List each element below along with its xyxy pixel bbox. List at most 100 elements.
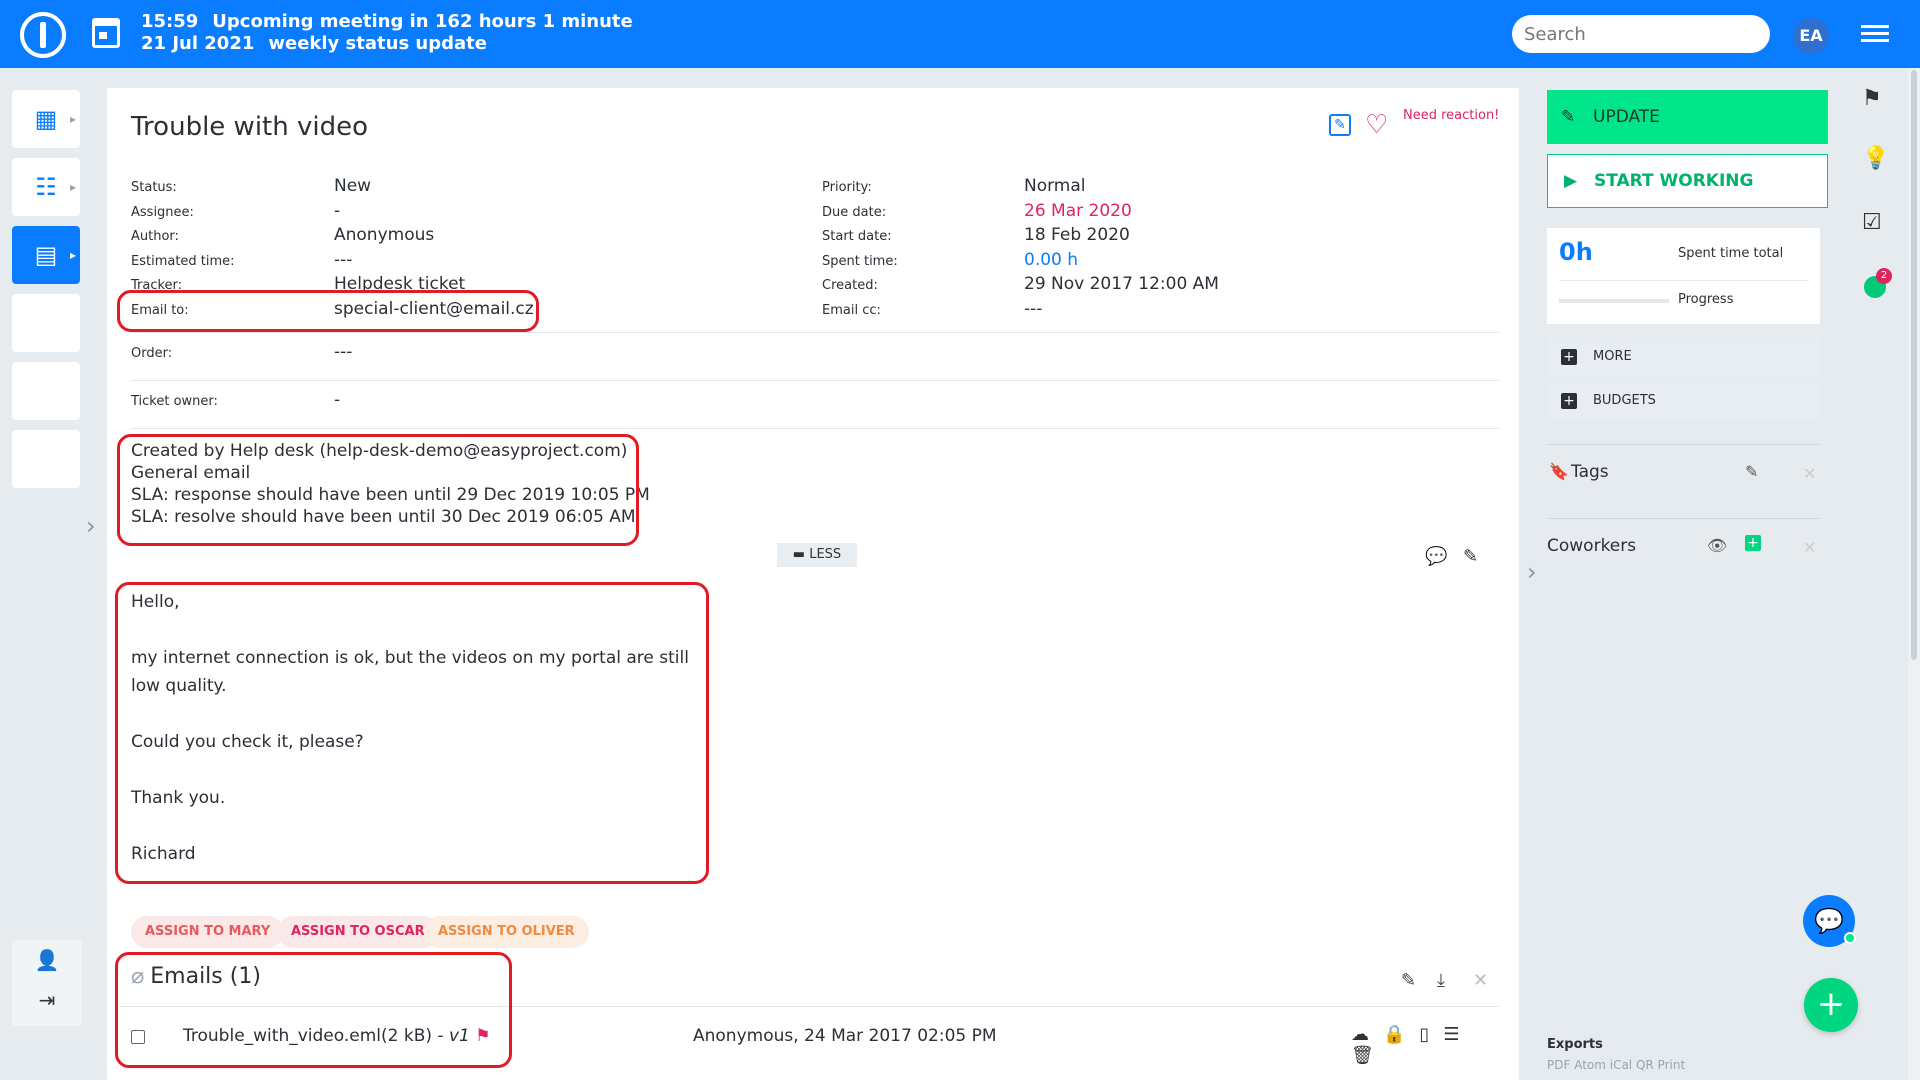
comment-icon[interactable]: 💬 <box>1425 546 1447 567</box>
start-working-button[interactable]: ▶ START WORKING <box>1547 154 1828 208</box>
meeting-date: 21 Jul 2021 <box>141 33 255 54</box>
online-status-dot <box>1844 932 1856 944</box>
collapse-sidebar-icon[interactable]: › <box>1527 558 1537 586</box>
assignee-value[interactable]: - <box>334 201 340 221</box>
coworkers-label: Coworkers <box>1547 536 1637 556</box>
start-working-label: START WORKING <box>1594 171 1754 191</box>
upcoming-meeting[interactable]: 15:59 Upcoming meeting in 162 hours 1 min… <box>141 11 647 55</box>
attribute-row: Ticket owner: - <box>131 390 1499 415</box>
lock-icon[interactable]: 🔒 <box>1383 1024 1419 1045</box>
divider <box>131 428 1499 429</box>
left-bottom-tools: 👤 ⇥ <box>12 940 82 1026</box>
cloud-icon[interactable]: ☁ <box>1351 1024 1383 1045</box>
top-bar: 15:59 Upcoming meeting in 162 hours 1 min… <box>0 0 1920 68</box>
nav-item-empty-3[interactable] <box>12 430 80 488</box>
lightbulb-icon[interactable]: 💡 <box>1862 146 1889 171</box>
spent-time-value[interactable]: 0.00 h <box>1024 250 1078 270</box>
clipboard-icon: ▤ <box>34 241 58 269</box>
spent-time-label: Spent time: <box>822 253 898 269</box>
tasks-nav-item[interactable]: ▤ ▸ <box>12 226 80 284</box>
expand-left-panel-icon[interactable]: › <box>86 512 96 540</box>
dashboard-nav-item[interactable]: ▦ ▸ <box>12 90 80 148</box>
attribute-row: Author: Anonymous Start date: 18 Feb 202… <box>131 225 1499 250</box>
order-value[interactable]: --- <box>334 342 352 362</box>
due-date-label: Due date: <box>822 204 887 220</box>
assign-to-oliver-button[interactable]: ASSIGN TO OLIVER <box>424 916 589 948</box>
divider <box>131 380 1499 381</box>
meeting-time: 15:59 <box>141 11 199 32</box>
close-icon[interactable]: ✕ <box>1473 970 1488 991</box>
need-reaction-link[interactable]: Need reaction! <box>1403 108 1499 123</box>
priority-value[interactable]: Normal <box>1024 176 1086 196</box>
pencil-icon[interactable]: ✎ <box>1745 462 1758 481</box>
email-cc-value[interactable]: --- <box>1024 299 1042 319</box>
app-logo-icon[interactable] <box>20 12 66 58</box>
nav-item-empty-1[interactable] <box>12 294 80 352</box>
start-date-label: Start date: <box>822 229 892 245</box>
search-input[interactable] <box>1512 15 1770 53</box>
hamburger-menu-icon[interactable] <box>1861 25 1889 45</box>
user-avatar[interactable]: EA <box>1793 18 1829 54</box>
update-button[interactable]: ✎ UPDATE <box>1547 90 1828 144</box>
spent-time-total-label: Spent time total <box>1678 246 1784 261</box>
ticket-owner-label: Ticket owner: <box>131 394 218 409</box>
created-label: Created: <box>822 278 878 294</box>
order-label: Order: <box>131 346 173 361</box>
less-toggle-button[interactable]: ▬ LESS <box>777 543 857 567</box>
flag-icon[interactable]: ⚑ <box>1862 86 1882 111</box>
chevron-right-icon: ▸ <box>69 248 76 262</box>
author-value: Anonymous <box>334 225 435 246</box>
budgets-label: BUDGETS <box>1593 393 1656 408</box>
due-date-value[interactable]: 26 Mar 2020 <box>1024 201 1132 221</box>
budgets-button[interactable]: + BUDGETS <box>1547 382 1820 420</box>
file-icon[interactable]: ▯ <box>1419 1024 1443 1045</box>
highlight-emails <box>115 952 512 1068</box>
tree-icon: ☷ <box>35 173 57 201</box>
author-label: Author: <box>131 229 179 245</box>
list-icon[interactable]: ☰ <box>1443 1024 1473 1045</box>
plus-icon: + <box>1561 349 1577 365</box>
attribute-row: Assignee: - Due date: 26 Mar 2020 <box>131 201 1499 226</box>
close-icon[interactable]: ✕ <box>1803 464 1816 483</box>
chevron-right-icon: ▸ <box>69 180 76 194</box>
meeting-text: Upcoming meeting in 162 hours 1 minute <box>212 11 633 32</box>
calendar-icon[interactable] <box>92 18 120 48</box>
favorite-heart-icon[interactable]: ♡ <box>1365 110 1388 140</box>
page-scrollbar[interactable] <box>1908 68 1920 1080</box>
add-user-icon[interactable]: 👤 <box>12 940 82 980</box>
projects-tree-nav-item[interactable]: ☷ ▸ <box>12 158 80 216</box>
created-value: 29 Nov 2017 12:00 AM <box>1024 274 1219 295</box>
ticket-owner-value[interactable]: - <box>334 390 340 410</box>
add-coworker-icon[interactable]: + <box>1745 535 1761 551</box>
pencil-icon[interactable]: ✎ <box>1401 970 1416 991</box>
priority-label: Priority: <box>822 180 872 195</box>
checklist-icon[interactable]: ☑ <box>1862 210 1882 235</box>
trash-icon[interactable]: 🗑 <box>1351 1045 1388 1066</box>
attribute-row: Order: --- <box>131 342 1499 367</box>
divider <box>131 332 1499 333</box>
notification-icon[interactable]: 2 <box>1864 268 1892 298</box>
exports-links[interactable]: PDF Atom iCal QR Print <box>1547 1058 1685 1072</box>
eye-icon[interactable]: 👁 <box>1707 536 1727 555</box>
assign-to-mary-button[interactable]: ASSIGN TO MARY <box>131 916 285 948</box>
estimated-time-label: Estimated time: <box>131 253 235 269</box>
meeting-name: weekly status update <box>268 33 487 54</box>
more-label: MORE <box>1593 349 1632 364</box>
start-date-value[interactable]: 18 Feb 2020 <box>1024 225 1130 245</box>
download-icon[interactable]: ⤓ <box>1437 970 1445 991</box>
tags-label: Tags <box>1571 462 1609 482</box>
more-button[interactable]: + MORE <box>1547 338 1820 376</box>
nav-item-empty-2[interactable] <box>12 362 80 420</box>
edit-icon[interactable]: ✎ <box>1329 114 1351 136</box>
assign-to-oscar-button[interactable]: ASSIGN TO OSCAR <box>277 916 439 948</box>
estimated-time-value[interactable]: --- <box>334 250 352 270</box>
issue-title: Trouble with video <box>131 112 368 142</box>
highlight-email-to <box>117 290 539 332</box>
pencil-icon[interactable]: ✎ <box>1463 546 1478 567</box>
logout-icon[interactable]: ⇥ <box>12 980 82 1020</box>
less-label: LESS <box>809 547 842 562</box>
attribute-row: Status: New Priority: Normal <box>131 176 1499 201</box>
status-value[interactable]: New <box>334 176 371 196</box>
add-fab-button[interactable]: + <box>1804 978 1858 1032</box>
close-icon[interactable]: ✕ <box>1803 538 1816 557</box>
